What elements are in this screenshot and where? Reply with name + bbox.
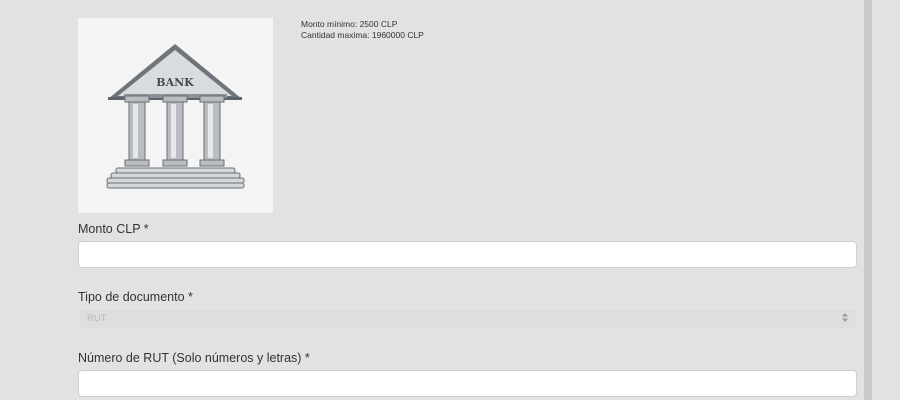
bank-image: BANK [78,18,273,213]
payment-form-page: BANK Monto mínimo: 2500 CLP Cantidad max… [0,0,900,400]
amount-label: Monto CLP * [78,222,149,236]
max-amount-text: Cantidad maxima: 1960000 CLP [301,30,424,40]
amount-input[interactable] [78,241,857,268]
amount-limits: Monto mínimo: 2500 CLP Cantidad maxima: … [301,19,424,41]
doc-type-label: Tipo de documento * [78,290,193,304]
rut-input[interactable] [78,370,857,397]
doc-type-select[interactable]: RUT [78,308,857,329]
bank-sign-text: BANK [156,76,194,89]
select-arrows-icon [842,313,848,324]
rut-label: Número de RUT (Solo números y letras) * [78,351,310,365]
bank-icon: BANK [106,44,245,189]
scrollbar[interactable] [864,0,872,400]
min-amount-text: Monto mínimo: 2500 CLP [301,19,398,29]
doc-type-selected-value: RUT [87,313,107,324]
